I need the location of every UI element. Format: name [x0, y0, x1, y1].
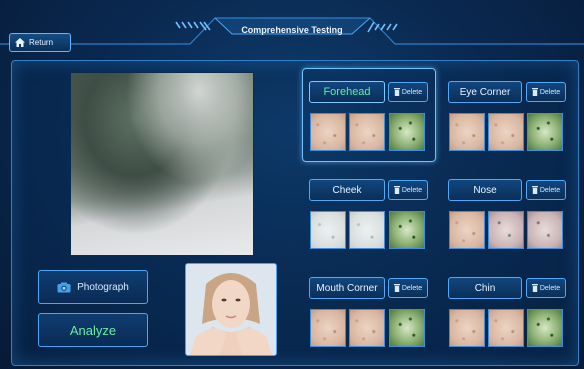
- region-eye-corner-label[interactable]: Eye Corner: [448, 81, 522, 103]
- nose-thumb-3[interactable]: [527, 211, 563, 249]
- trash-icon: [393, 284, 400, 292]
- photograph-button[interactable]: Photograph: [38, 270, 148, 304]
- nose-thumb-1[interactable]: [449, 211, 485, 249]
- delete-label: Delete: [539, 88, 561, 96]
- mouth-corner-thumb-2[interactable]: [349, 309, 385, 347]
- trash-icon: [393, 88, 400, 96]
- delete-label: Delete: [401, 284, 423, 292]
- delete-mouth-corner-button[interactable]: Delete: [388, 278, 428, 298]
- mouth-corner-thumb-1[interactable]: [310, 309, 346, 347]
- delete-cheek-button[interactable]: Delete: [388, 180, 428, 200]
- nose-thumb-2[interactable]: [488, 211, 524, 249]
- delete-label: Delete: [539, 284, 561, 292]
- camera-icon: [57, 282, 71, 292]
- page-title: Comprehensive Testing: [241, 25, 343, 35]
- eye-corner-thumb-3[interactable]: [527, 113, 563, 151]
- top-bar: Comprehensive Testing: [0, 0, 584, 58]
- face-reference-image: [185, 263, 277, 356]
- trash-icon: [531, 284, 538, 292]
- chin-thumb-1[interactable]: [449, 309, 485, 347]
- eye-corner-thumb-2[interactable]: [488, 113, 524, 151]
- delete-label: Delete: [539, 186, 561, 194]
- cheek-thumb-2[interactable]: [349, 211, 385, 249]
- forehead-thumb-3[interactable]: [389, 113, 425, 151]
- return-label: Return: [29, 38, 54, 47]
- delete-chin-button[interactable]: Delete: [526, 278, 566, 298]
- region-cheek-label[interactable]: Cheek: [309, 179, 385, 201]
- delete-label: Delete: [401, 186, 423, 194]
- delete-nose-button[interactable]: Delete: [526, 180, 566, 200]
- region-forehead-label[interactable]: Forehead: [309, 81, 385, 103]
- trash-icon: [531, 88, 538, 96]
- cheek-thumb-1[interactable]: [310, 211, 346, 249]
- forehead-thumb-2[interactable]: [349, 113, 385, 151]
- analyze-button[interactable]: Analyze: [38, 313, 148, 347]
- region-mouth-corner-label[interactable]: Mouth Corner: [309, 277, 385, 299]
- eye-corner-thumb-1[interactable]: [449, 113, 485, 151]
- region-chin-label[interactable]: Chin: [448, 277, 522, 299]
- chin-thumb-2[interactable]: [488, 309, 524, 347]
- face-illustration: [186, 264, 276, 355]
- camera-preview: [70, 72, 254, 256]
- return-button[interactable]: Return: [9, 33, 71, 52]
- region-nose-label[interactable]: Nose: [448, 179, 522, 201]
- photograph-label: Photograph: [77, 281, 129, 293]
- trash-icon: [393, 186, 400, 194]
- mouth-corner-thumb-3[interactable]: [389, 309, 425, 347]
- cheek-thumb-3[interactable]: [389, 211, 425, 249]
- forehead-thumb-1[interactable]: [310, 113, 346, 151]
- home-icon: [15, 38, 25, 47]
- delete-forehead-button[interactable]: Delete: [388, 82, 428, 102]
- trash-icon: [531, 186, 538, 194]
- delete-label: Delete: [401, 88, 423, 96]
- chin-thumb-3[interactable]: [527, 309, 563, 347]
- delete-eye-corner-button[interactable]: Delete: [526, 82, 566, 102]
